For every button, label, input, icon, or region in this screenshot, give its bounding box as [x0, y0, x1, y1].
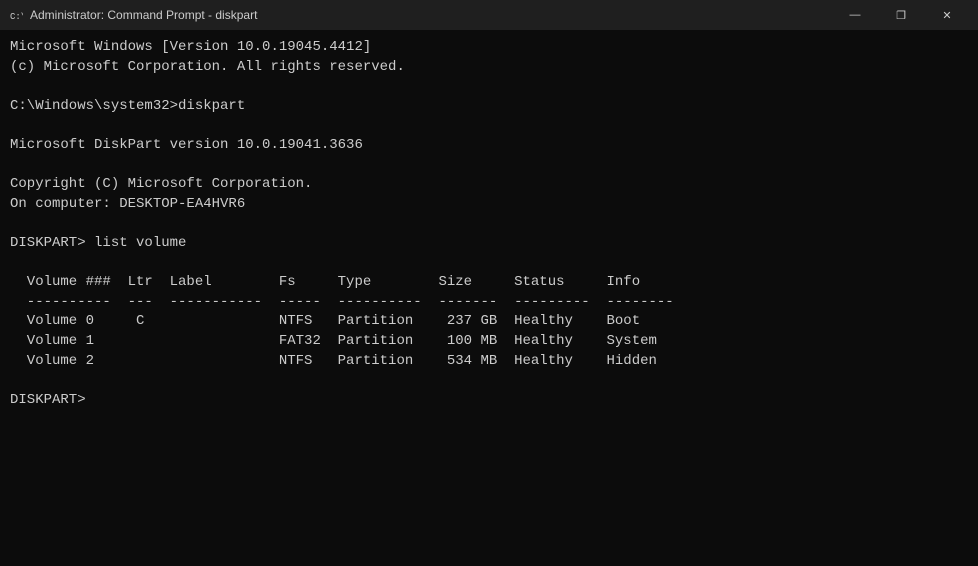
title-bar: C:\ Administrator: Command Prompt - disk…	[0, 0, 978, 30]
window: C:\ Administrator: Command Prompt - disk…	[0, 0, 978, 566]
svg-text:C:\: C:\	[10, 12, 23, 22]
title-bar-controls: — ❐ ✕	[832, 0, 970, 30]
console-output[interactable]: Microsoft Windows [Version 10.0.19045.44…	[0, 30, 978, 566]
minimize-button[interactable]: —	[832, 0, 878, 30]
maximize-button[interactable]: ❐	[878, 0, 924, 30]
title-bar-title: Administrator: Command Prompt - diskpart	[30, 8, 257, 22]
title-bar-left: C:\ Administrator: Command Prompt - disk…	[8, 7, 257, 23]
cmd-icon: C:\	[8, 7, 24, 23]
close-button[interactable]: ✕	[924, 0, 970, 30]
